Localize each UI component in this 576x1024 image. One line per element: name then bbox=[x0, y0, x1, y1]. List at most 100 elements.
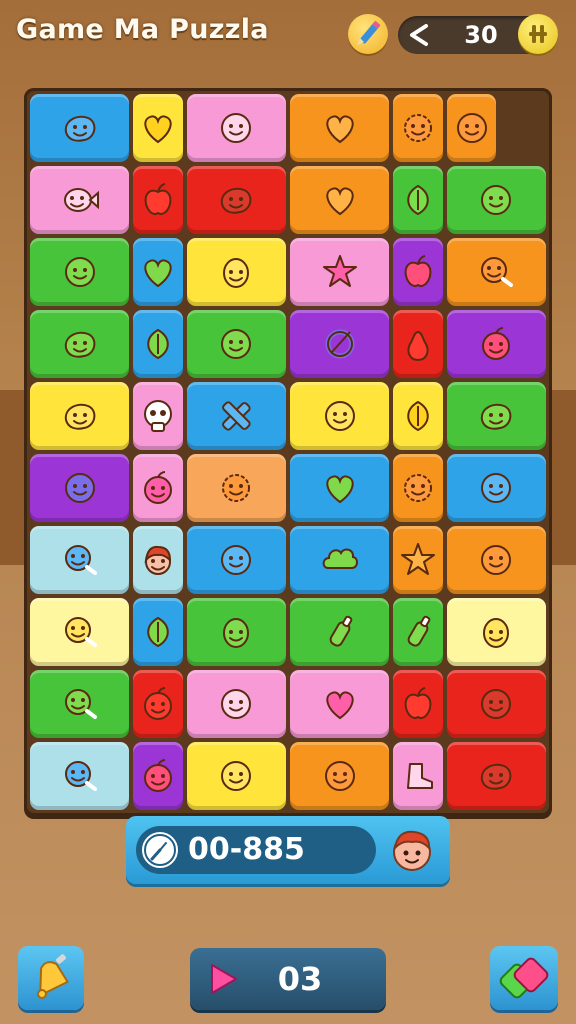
apple-icon bbox=[404, 255, 432, 287]
tile-red-fruit[interactable] bbox=[133, 670, 183, 738]
tile-paleyellow-lollipop[interactable] bbox=[30, 598, 130, 666]
tile-paleyellow-egg-face[interactable] bbox=[446, 598, 546, 666]
lollipop-icon bbox=[64, 689, 97, 719]
tile-orange-heart[interactable] bbox=[290, 94, 390, 162]
bottle-icon bbox=[329, 615, 352, 647]
share-icon[interactable] bbox=[404, 20, 434, 50]
tile-pink-boot[interactable] bbox=[393, 742, 443, 810]
tile-blue-cloud[interactable] bbox=[290, 526, 390, 594]
tile-orange-star[interactable] bbox=[393, 526, 443, 594]
coin-icon bbox=[529, 25, 547, 43]
smiley-icon bbox=[221, 761, 252, 791]
smiley-icon bbox=[481, 689, 512, 719]
blob-face-icon bbox=[64, 403, 95, 430]
tile-orange-heart[interactable] bbox=[290, 166, 390, 234]
leaf-icon bbox=[407, 184, 429, 216]
tile-pink-skull[interactable] bbox=[133, 382, 183, 450]
tile-lightblue-lollipop[interactable] bbox=[30, 526, 130, 594]
pencil-icon bbox=[357, 20, 381, 45]
tile-yellow-egg-face[interactable] bbox=[186, 238, 286, 306]
tile-yellow-smiley[interactable] bbox=[186, 742, 286, 810]
tile-green-egg-face[interactable] bbox=[186, 598, 286, 666]
pencil-button[interactable] bbox=[348, 14, 388, 54]
tile-pink-fruit[interactable] bbox=[133, 454, 183, 522]
tile-green-blob-face[interactable] bbox=[30, 310, 130, 378]
tile-orange-smiley[interactable] bbox=[446, 94, 497, 162]
heart-icon bbox=[325, 475, 354, 504]
puzzle-board bbox=[24, 88, 552, 816]
tile-purple-apple[interactable] bbox=[393, 238, 443, 306]
tile-yellow-smiley[interactable] bbox=[290, 382, 390, 450]
tile-purple-fruit[interactable] bbox=[446, 310, 546, 378]
fish-face-icon bbox=[63, 188, 99, 212]
tile-pink-fish-face[interactable] bbox=[30, 166, 130, 234]
score-value: 30 bbox=[464, 21, 498, 49]
tile-blue-smiley[interactable] bbox=[446, 454, 546, 522]
tile-green-blob-face[interactable] bbox=[446, 382, 546, 450]
tile-pink-smiley[interactable] bbox=[186, 670, 286, 738]
tile-red-blob-face[interactable] bbox=[186, 166, 286, 234]
tile-yellow-blob-face[interactable] bbox=[30, 382, 130, 450]
tile-lightblue-kid-face[interactable] bbox=[133, 526, 183, 594]
smiley-icon bbox=[64, 257, 95, 287]
blob-face-icon bbox=[64, 115, 95, 142]
tile-red-smiley[interactable] bbox=[446, 670, 546, 738]
tile-green-lollipop[interactable] bbox=[30, 670, 130, 738]
tile-blue-heart[interactable] bbox=[133, 238, 183, 306]
tile-purple-ring[interactable] bbox=[290, 310, 390, 378]
tile-green-smiley[interactable] bbox=[30, 238, 130, 306]
play-icon[interactable] bbox=[206, 962, 240, 996]
level-value: 03 bbox=[277, 960, 323, 998]
smiley-icon bbox=[481, 185, 512, 215]
tile-yellow-heart[interactable] bbox=[133, 94, 183, 162]
smiley-icon bbox=[221, 329, 252, 359]
leaf-icon bbox=[407, 400, 429, 432]
tile-orange-smiley[interactable] bbox=[290, 742, 390, 810]
tile-blue-leaf[interactable] bbox=[133, 598, 183, 666]
tile-lightorange-sun-face[interactable] bbox=[186, 454, 286, 522]
tile-lightblue-lollipop[interactable] bbox=[30, 742, 130, 810]
tile-red-blob-face[interactable] bbox=[446, 742, 546, 810]
sun-face-icon bbox=[403, 474, 432, 502]
tile-blue-leaf[interactable] bbox=[133, 310, 183, 378]
tile-green-bottle[interactable] bbox=[393, 598, 443, 666]
tile-orange-sun-face[interactable] bbox=[393, 94, 443, 162]
heart-icon bbox=[144, 115, 172, 144]
star-icon bbox=[400, 543, 435, 575]
tile-blue-heart[interactable] bbox=[290, 454, 390, 522]
bell-button[interactable] bbox=[18, 946, 84, 1010]
tile-orange-sun-face[interactable] bbox=[393, 454, 443, 522]
character-face-icon bbox=[393, 830, 431, 871]
blob-face-icon bbox=[481, 403, 512, 430]
tile-red-apple[interactable] bbox=[133, 166, 183, 234]
blob-face-icon bbox=[221, 187, 252, 214]
leaf-icon bbox=[147, 328, 169, 360]
tile-green-smiley[interactable] bbox=[446, 166, 546, 234]
tile-pink-smiley[interactable] bbox=[186, 94, 286, 162]
gems-button[interactable] bbox=[490, 946, 558, 1010]
lollipop-icon bbox=[64, 617, 97, 647]
heart-icon bbox=[325, 691, 354, 720]
smiley-icon bbox=[481, 473, 512, 503]
smiley-icon bbox=[221, 689, 252, 719]
tile-blue-cross[interactable] bbox=[186, 382, 286, 450]
coin-button[interactable] bbox=[518, 14, 558, 54]
tile-purple-fruit[interactable] bbox=[133, 742, 183, 810]
tile-red-apple[interactable] bbox=[393, 670, 443, 738]
tile-blue-smiley[interactable] bbox=[186, 526, 286, 594]
tile-pink-star[interactable] bbox=[290, 238, 390, 306]
tile-orange-smiley[interactable] bbox=[446, 526, 546, 594]
smiley-icon bbox=[324, 761, 355, 791]
tile-yellow-leaf[interactable] bbox=[393, 382, 443, 450]
tile-blue-blob-face[interactable] bbox=[30, 94, 130, 162]
heart-icon bbox=[325, 187, 354, 216]
tile-green-smiley[interactable] bbox=[186, 310, 286, 378]
cloud-icon bbox=[322, 548, 358, 569]
tile-green-bottle[interactable] bbox=[290, 598, 390, 666]
tile-purple-smiley[interactable] bbox=[30, 454, 130, 522]
tile-orange-lollipop[interactable] bbox=[446, 238, 546, 306]
lollipop-icon bbox=[481, 257, 514, 287]
tile-green-leaf[interactable] bbox=[393, 166, 443, 234]
tile-pink-heart[interactable] bbox=[290, 670, 390, 738]
tile-red-pear[interactable] bbox=[393, 310, 443, 378]
